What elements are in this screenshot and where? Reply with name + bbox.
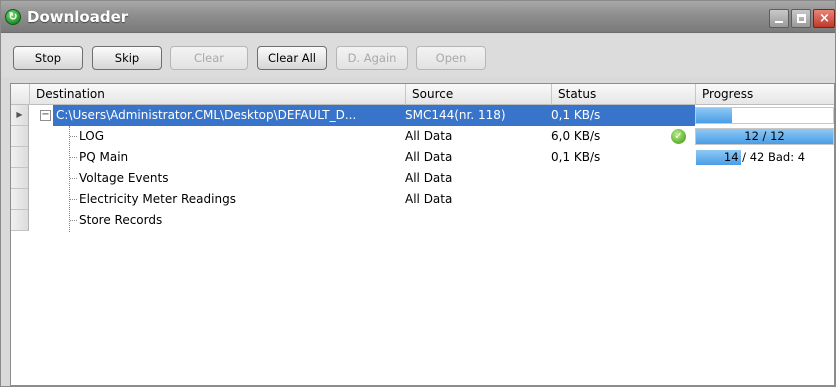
progress-bar: 14 / 42 Bad: 4 [695,149,834,166]
title-bar[interactable]: ↻ Downloader × [1,1,835,33]
table-row[interactable]: LOG All Data 6,0 KB/s ✓ 12 / 12 [29,126,834,147]
progress-label: 12 / 12 [744,129,785,143]
grid-header: Destination Source Status Progress [11,84,834,105]
destination-cell: C:\Users\Administrator.CML\Desktop\DEFAU… [56,108,357,122]
row-header-current[interactable]: ▶ [11,105,29,126]
progress-label: 14 / 42 Bad: 4 [723,150,806,164]
row-header[interactable] [11,168,29,189]
close-icon: × [819,11,830,26]
status-cell: 6,0 KB/s [551,129,601,143]
progress-bar: 12 / 12 [695,128,834,145]
maximize-button[interactable] [791,9,811,28]
tree-branch [70,199,77,200]
table-row-parent[interactable]: − C:\Users\Administrator.CML\Desktop\DEF… [29,105,834,126]
downloader-window: ↻ Downloader × Stop Skip Clear Clear All… [0,0,836,387]
row-header-column: ▶ [11,105,29,234]
toolbar: Stop Skip Clear Clear All D. Again Open [2,34,835,77]
close-button[interactable]: × [813,9,835,28]
progress-label [696,108,833,123]
skip-button[interactable]: Skip [92,46,162,70]
destination-cell: Store Records [79,213,163,227]
table-row[interactable]: PQ Main All Data 0,1 KB/s 14 / 42 Bad: 4 [29,147,834,168]
tree-branch [70,178,77,179]
maximize-icon [797,14,806,23]
destination-cell: LOG [79,129,105,143]
column-status[interactable]: Status [551,84,695,105]
clear-button[interactable]: Clear [170,46,248,70]
source-cell: All Data [405,192,453,206]
tree-branch [70,136,77,137]
table-row[interactable]: Store Records [29,210,834,231]
source-cell: All Data [405,150,453,164]
tree-branch [70,157,77,158]
row-header[interactable] [11,189,29,210]
row-header[interactable] [11,210,29,231]
status-cell: 0,1 KB/s [551,108,601,122]
row-header[interactable] [11,147,29,168]
check-icon: ✓ [671,129,686,144]
destination-cell: Voltage Events [79,171,169,185]
table-row[interactable]: Electricity Meter Readings All Data [29,189,834,210]
progress-bar [695,107,834,124]
column-destination[interactable]: Destination [29,84,405,105]
clear-all-button[interactable]: Clear All [257,46,327,70]
column-source[interactable]: Source [405,84,551,105]
minimize-icon [775,21,783,23]
source-cell: SMC144(nr. 118) [405,108,506,122]
source-cell: All Data [405,129,453,143]
refresh-icon: ↻ [5,9,21,25]
open-button[interactable]: Open [416,46,486,70]
destination-cell: Electricity Meter Readings [79,192,236,206]
destination-cell: PQ Main [79,150,129,164]
table-row[interactable]: Voltage Events All Data [29,168,834,189]
minimize-button[interactable] [769,9,789,28]
download-again-button[interactable]: D. Again [336,46,408,70]
source-cell: All Data [405,171,453,185]
downloads-grid[interactable]: Destination Source Status Progress ▶ − C… [10,83,835,386]
stop-button[interactable]: Stop [13,46,83,70]
tree-branch [70,220,77,221]
column-progress[interactable]: Progress [695,84,834,105]
collapse-icon[interactable]: − [40,110,51,121]
window-title: Downloader [27,8,129,26]
row-header[interactable] [11,126,29,147]
status-cell: 0,1 KB/s [551,150,601,164]
